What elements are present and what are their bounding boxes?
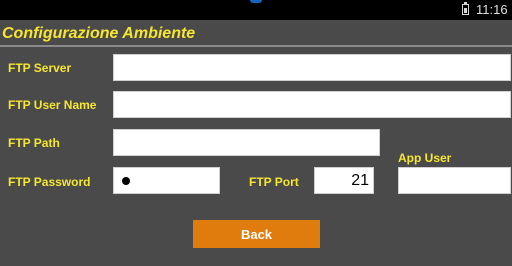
ftp-path-input[interactable]	[113, 129, 380, 156]
notification-indicator	[250, 0, 262, 3]
ftp-password-label: FTP Password	[8, 175, 91, 189]
title-divider	[0, 45, 512, 47]
ftp-port-label: FTP Port	[249, 175, 299, 189]
app-user-input[interactable]	[398, 167, 511, 194]
ftp-path-label: FTP Path	[8, 136, 60, 150]
ftp-server-label: FTP Server	[8, 61, 72, 75]
app-user-label: App User	[398, 151, 452, 165]
page-title: Configurazione Ambiente	[2, 25, 196, 42]
status-bar: 11:16	[0, 0, 512, 20]
back-button[interactable]: Back	[193, 220, 320, 248]
status-clock: 11:16	[476, 2, 508, 17]
ftp-user-name-label: FTP User Name	[8, 98, 97, 112]
password-mask-dot	[122, 177, 130, 185]
ftp-user-name-input[interactable]	[113, 91, 511, 118]
ftp-server-input[interactable]	[113, 54, 511, 81]
ftp-port-input[interactable]	[314, 167, 374, 194]
battery-charging-icon	[462, 2, 469, 15]
